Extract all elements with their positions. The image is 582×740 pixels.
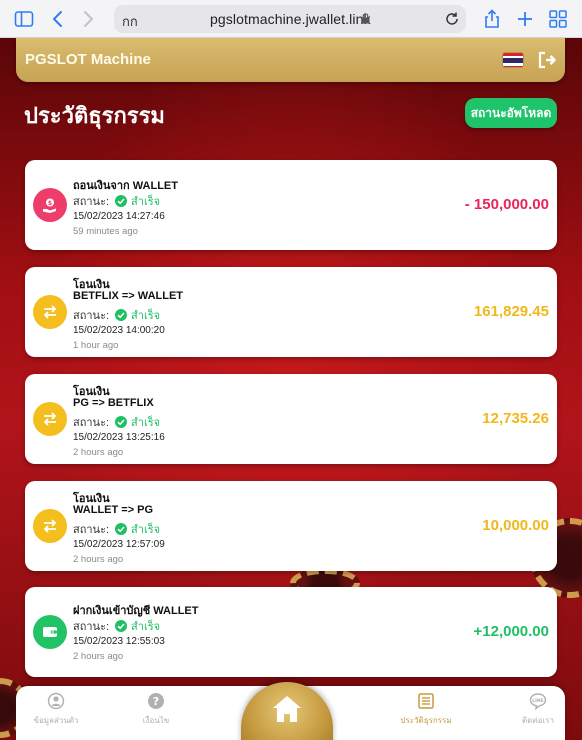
status-value: สำเร็จ xyxy=(131,621,161,633)
transaction-amount: 12,735.26 xyxy=(482,410,549,427)
check-circle-icon xyxy=(115,195,128,207)
transaction-time-ago: 2 hours ago xyxy=(73,554,124,565)
transaction-time-ago: 2 hours ago xyxy=(73,447,124,458)
share-icon[interactable] xyxy=(482,9,502,29)
transaction-route: WALLET => PG xyxy=(73,504,154,516)
app-header: PGSLOT Machine xyxy=(16,38,565,82)
svg-text:$: $ xyxy=(48,200,52,207)
nav-label: ข้อมูลส่วนตัว xyxy=(33,716,79,725)
status-value: สำเร็จ xyxy=(131,310,161,322)
transaction-status: สถานะ: สำเร็จ xyxy=(73,520,160,538)
logout-icon[interactable] xyxy=(537,50,557,70)
status-value: สำเร็จ xyxy=(131,524,161,536)
wallet-icon xyxy=(33,615,67,649)
transaction-time-ago: 2 hours ago xyxy=(73,651,124,662)
transaction-card[interactable]: ฝากเงินเข้าบัญชี WALLET สถานะ: สำเร็จ 15… xyxy=(25,587,557,677)
swap-arrows-icon xyxy=(33,509,67,543)
nav-label: ประวัติธุรกรรม xyxy=(400,716,452,725)
transaction-status: สถานะ: สำเร็จ xyxy=(73,617,160,635)
transaction-status: สถานะ: สำเร็จ xyxy=(73,192,160,210)
browser-toolbar: กก pgslotmachine.jwallet.link xyxy=(0,0,582,38)
transaction-status: สถานะ: สำเร็จ xyxy=(73,413,160,431)
brand-title: PGSLOT Machine xyxy=(25,51,151,68)
tabs-overview-icon[interactable] xyxy=(548,9,568,29)
check-circle-icon xyxy=(115,416,128,428)
transaction-amount: 161,829.45 xyxy=(473,303,549,320)
upload-status-button[interactable]: สถานะอัพโหลด xyxy=(465,98,557,128)
nav-profile[interactable]: ข้อมูลส่วนตัว xyxy=(16,692,96,727)
transaction-datetime: 15/02/2023 12:55:03 xyxy=(73,636,165,647)
thailand-flag-icon[interactable] xyxy=(502,52,524,68)
forward-icon[interactable] xyxy=(78,9,98,29)
status-label: สถานะ: xyxy=(73,524,110,536)
transaction-card[interactable]: โอนเงิน WALLET => PG สถานะ: สำเร็จ 15/02… xyxy=(25,481,557,571)
line-chat-icon: LINE xyxy=(529,693,547,710)
check-circle-icon xyxy=(115,620,128,632)
nav-label: เงื่อนไข xyxy=(142,716,170,725)
svg-text:?: ? xyxy=(153,695,159,708)
status-label: สถานะ: xyxy=(73,196,110,208)
new-tab-icon[interactable] xyxy=(515,9,535,29)
check-circle-icon xyxy=(115,309,128,321)
transaction-datetime: 15/02/2023 13:25:16 xyxy=(73,432,165,443)
reader-options-button[interactable]: กก xyxy=(122,11,138,32)
transaction-datetime: 15/02/2023 14:27:46 xyxy=(73,211,165,222)
list-document-icon xyxy=(418,693,434,709)
sidebar-icon[interactable] xyxy=(14,9,34,29)
status-label: สถานะ: xyxy=(73,417,110,429)
transaction-card[interactable]: โอนเงิน PG => BETFLIX สถานะ: สำเร็จ 15/0… xyxy=(25,374,557,464)
transaction-card[interactable]: $ ถอนเงินจาก WALLET สถานะ: สำเร็จ 15/02/… xyxy=(25,160,557,250)
home-icon xyxy=(273,696,301,722)
svg-text:LINE: LINE xyxy=(532,698,543,704)
swap-arrows-icon xyxy=(33,295,67,329)
back-icon[interactable] xyxy=(48,9,68,29)
status-value: สำเร็จ xyxy=(131,196,161,208)
nav-terms[interactable]: ? เงื่อนไข xyxy=(116,692,196,727)
reload-icon[interactable] xyxy=(444,11,460,27)
transaction-amount: - 150,000.00 xyxy=(464,196,549,213)
nav-history[interactable]: ประวัติธุรกรรม xyxy=(386,692,466,727)
transaction-route: BETFLIX => WALLET xyxy=(73,290,184,302)
transaction-time-ago: 59 minutes ago xyxy=(73,226,138,237)
status-label: สถานะ: xyxy=(73,621,110,633)
address-bar[interactable]: กก pgslotmachine.jwallet.link xyxy=(114,5,466,33)
url-text: pgslotmachine.jwallet.link xyxy=(210,11,371,27)
nav-label: ติดต่อเรา xyxy=(522,716,554,725)
status-value: สำเร็จ xyxy=(131,417,161,429)
lock-icon xyxy=(361,13,370,24)
transaction-datetime: 15/02/2023 12:57:09 xyxy=(73,539,165,550)
transaction-card[interactable]: โอนเงิน BETFLIX => WALLET สถานะ: สำเร็จ … xyxy=(25,267,557,357)
question-circle-icon: ? xyxy=(148,693,164,709)
transaction-datetime: 15/02/2023 14:00:20 xyxy=(73,325,165,336)
swap-arrows-icon xyxy=(33,402,67,436)
page-title: ประวัติธุรกรรม xyxy=(24,103,165,128)
check-circle-icon xyxy=(115,523,128,535)
transaction-amount: +12,000.00 xyxy=(473,623,550,640)
transaction-status: สถานะ: สำเร็จ xyxy=(73,306,160,324)
transaction-amount: 10,000.00 xyxy=(482,517,549,534)
dollar-hand-icon: $ xyxy=(33,188,67,222)
transaction-route: PG => BETFLIX xyxy=(73,397,154,409)
nav-contact[interactable]: LINE ติดต่อเรา xyxy=(498,692,578,727)
user-circle-icon xyxy=(47,692,65,710)
transaction-time-ago: 1 hour ago xyxy=(73,340,119,351)
status-label: สถานะ: xyxy=(73,310,110,322)
